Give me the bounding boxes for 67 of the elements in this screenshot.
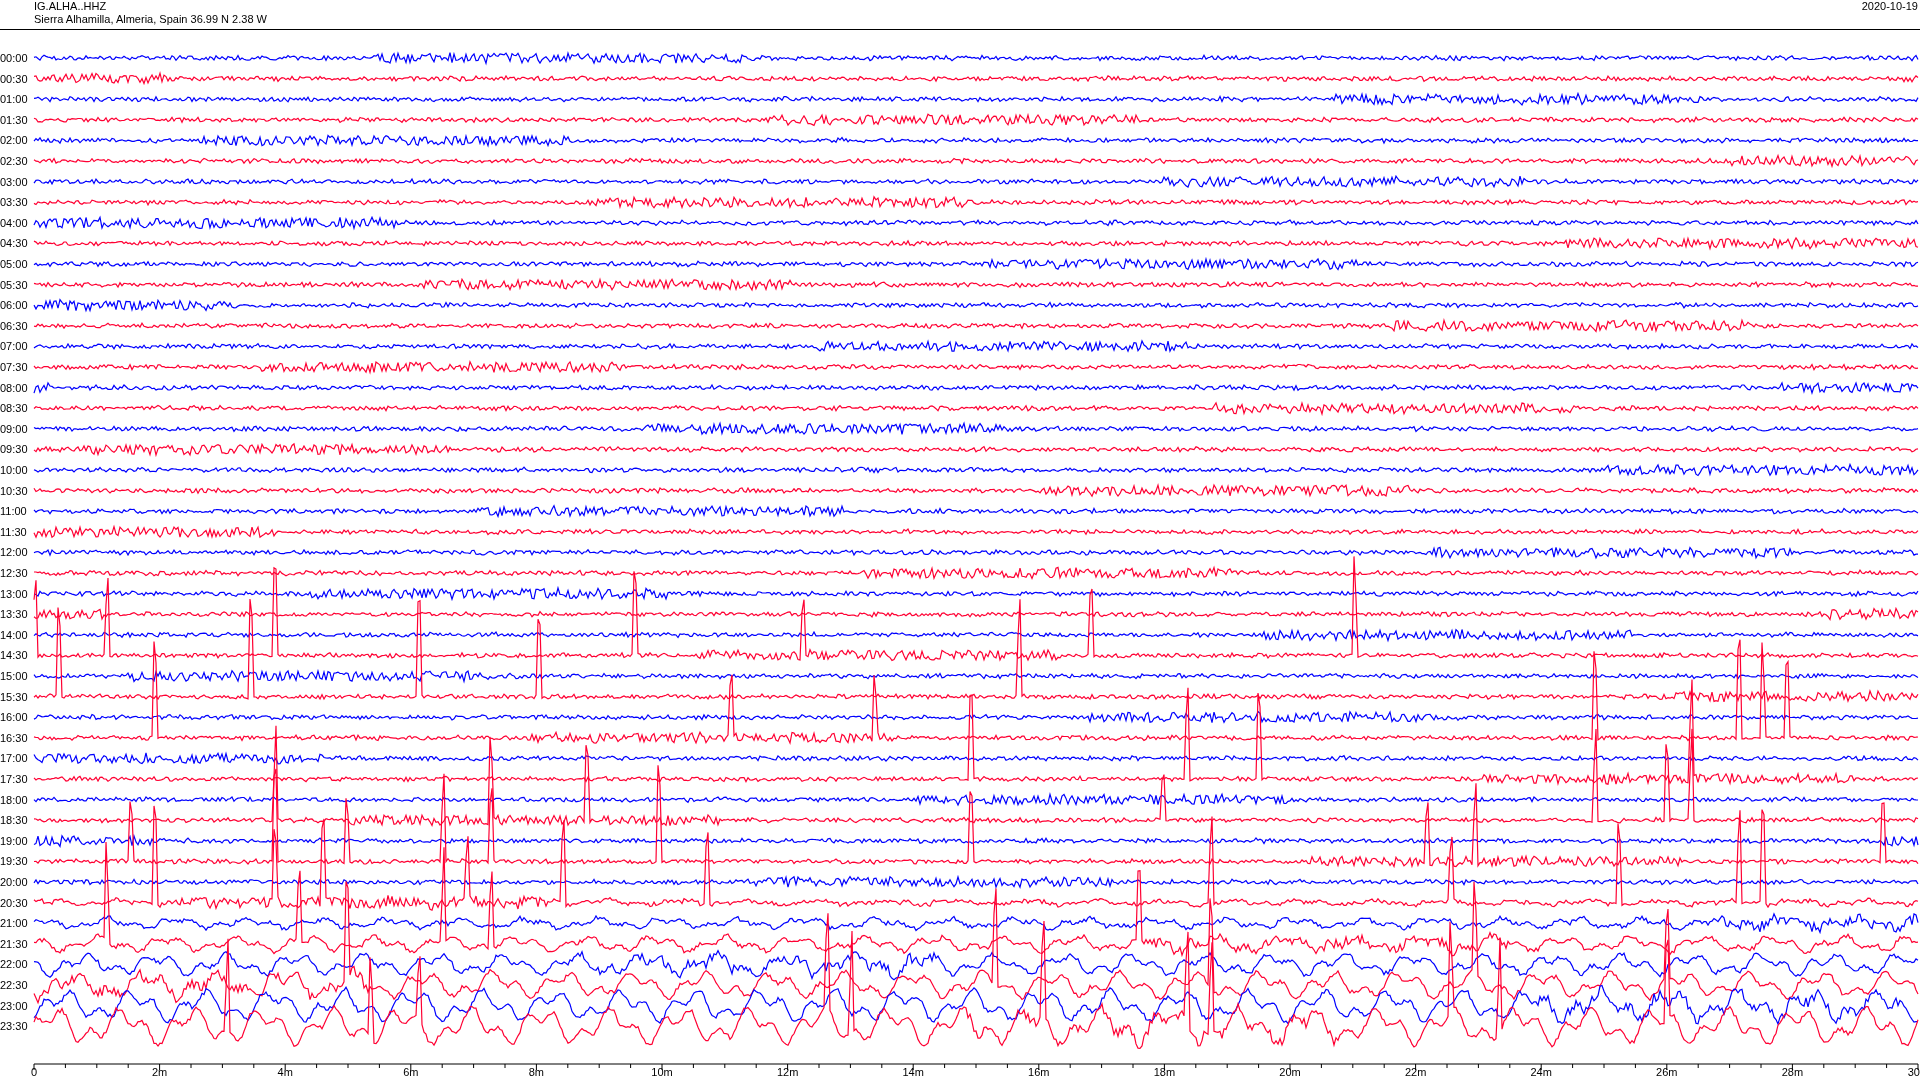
axis-label: 10m xyxy=(651,1066,673,1078)
time-label: 18:00 xyxy=(0,793,28,806)
time-label: 22:00 xyxy=(0,958,28,971)
time-label: 21:00 xyxy=(0,917,28,930)
time-label: 18:30 xyxy=(0,814,28,827)
axis-label: 0 xyxy=(30,1066,38,1078)
time-label: 11:00 xyxy=(0,505,27,518)
time-label: 05:00 xyxy=(0,258,28,270)
date-label: 2020-10-19 xyxy=(1861,0,1918,14)
time-label: 13:00 xyxy=(0,587,28,600)
time-label: 20:30 xyxy=(0,896,28,909)
time-label: 00:00 xyxy=(0,52,28,64)
time-label: 03:30 xyxy=(0,196,28,209)
axis-label: 28m xyxy=(1781,1066,1804,1078)
time-label: 04:00 xyxy=(0,216,28,229)
time-label: 15:00 xyxy=(0,670,28,682)
axis-label: 24m xyxy=(1530,1066,1552,1078)
time-label: 17:00 xyxy=(0,752,28,765)
time-label: 02:30 xyxy=(0,155,28,167)
time-label: 05:30 xyxy=(0,278,28,291)
time-label: 21:30 xyxy=(0,937,28,950)
time-label: 07:30 xyxy=(0,361,28,373)
time-label: 09:00 xyxy=(0,422,28,435)
time-label: 01:30 xyxy=(0,113,28,126)
axis-label: 2m xyxy=(151,1066,168,1078)
time-label: 02:00 xyxy=(0,134,28,147)
time-label: 23:30 xyxy=(0,1020,28,1033)
time-label: 04:30 xyxy=(0,237,28,250)
time-label: 01:00 xyxy=(0,93,28,106)
axis-label: 22m xyxy=(1404,1066,1427,1078)
time-label: 19:30 xyxy=(0,855,28,868)
station-location: Sierra Alhamilla, Almeria, Spain 36.99 N 2.38 W xyxy=(34,13,267,26)
axis-label: 14m xyxy=(902,1066,924,1078)
time-label: 10:30 xyxy=(0,484,28,497)
time-label: 12:30 xyxy=(0,567,28,579)
time-label: 08:00 xyxy=(0,381,28,394)
time-label: 23:00 xyxy=(0,999,28,1012)
time-label: 22:30 xyxy=(0,979,28,991)
station-code: IG.ALHA..HHZ xyxy=(34,0,108,13)
time-label: 06:00 xyxy=(0,299,28,312)
axis-label: 4m xyxy=(277,1066,293,1078)
time-label: 07:00 xyxy=(0,340,28,353)
time-label: 06:30 xyxy=(0,319,28,332)
time-label: 09:30 xyxy=(0,443,28,456)
axis-label: 12m xyxy=(776,1066,799,1078)
time-label: 16:30 xyxy=(0,731,28,744)
axis-label: 26m xyxy=(1656,1066,1678,1078)
time-label: 16:00 xyxy=(0,711,28,724)
axis-label: 8m xyxy=(528,1066,545,1078)
time-label: 14:30 xyxy=(0,649,28,662)
axis-label: 30 xyxy=(1907,1066,1920,1078)
axis-label: 18m xyxy=(1153,1066,1176,1078)
axis-label: 16m xyxy=(1028,1066,1050,1078)
time-label: 19:00 xyxy=(0,834,28,847)
time-label: 08:30 xyxy=(0,402,28,415)
time-label: 15:30 xyxy=(0,690,28,703)
time-label: 03:00 xyxy=(0,175,28,188)
time-label: 14:00 xyxy=(0,628,28,641)
time-label: 11:30 xyxy=(0,525,27,538)
axis-label: 6m xyxy=(403,1066,419,1078)
time-label: 10:00 xyxy=(0,464,28,476)
axis-label: 20m xyxy=(1279,1066,1301,1078)
time-label: 17:30 xyxy=(0,773,28,785)
time-label: 00:30 xyxy=(0,72,28,85)
time-label: 20:00 xyxy=(0,876,28,888)
time-label: 13:30 xyxy=(0,608,28,621)
time-label: 12:00 xyxy=(0,546,28,559)
